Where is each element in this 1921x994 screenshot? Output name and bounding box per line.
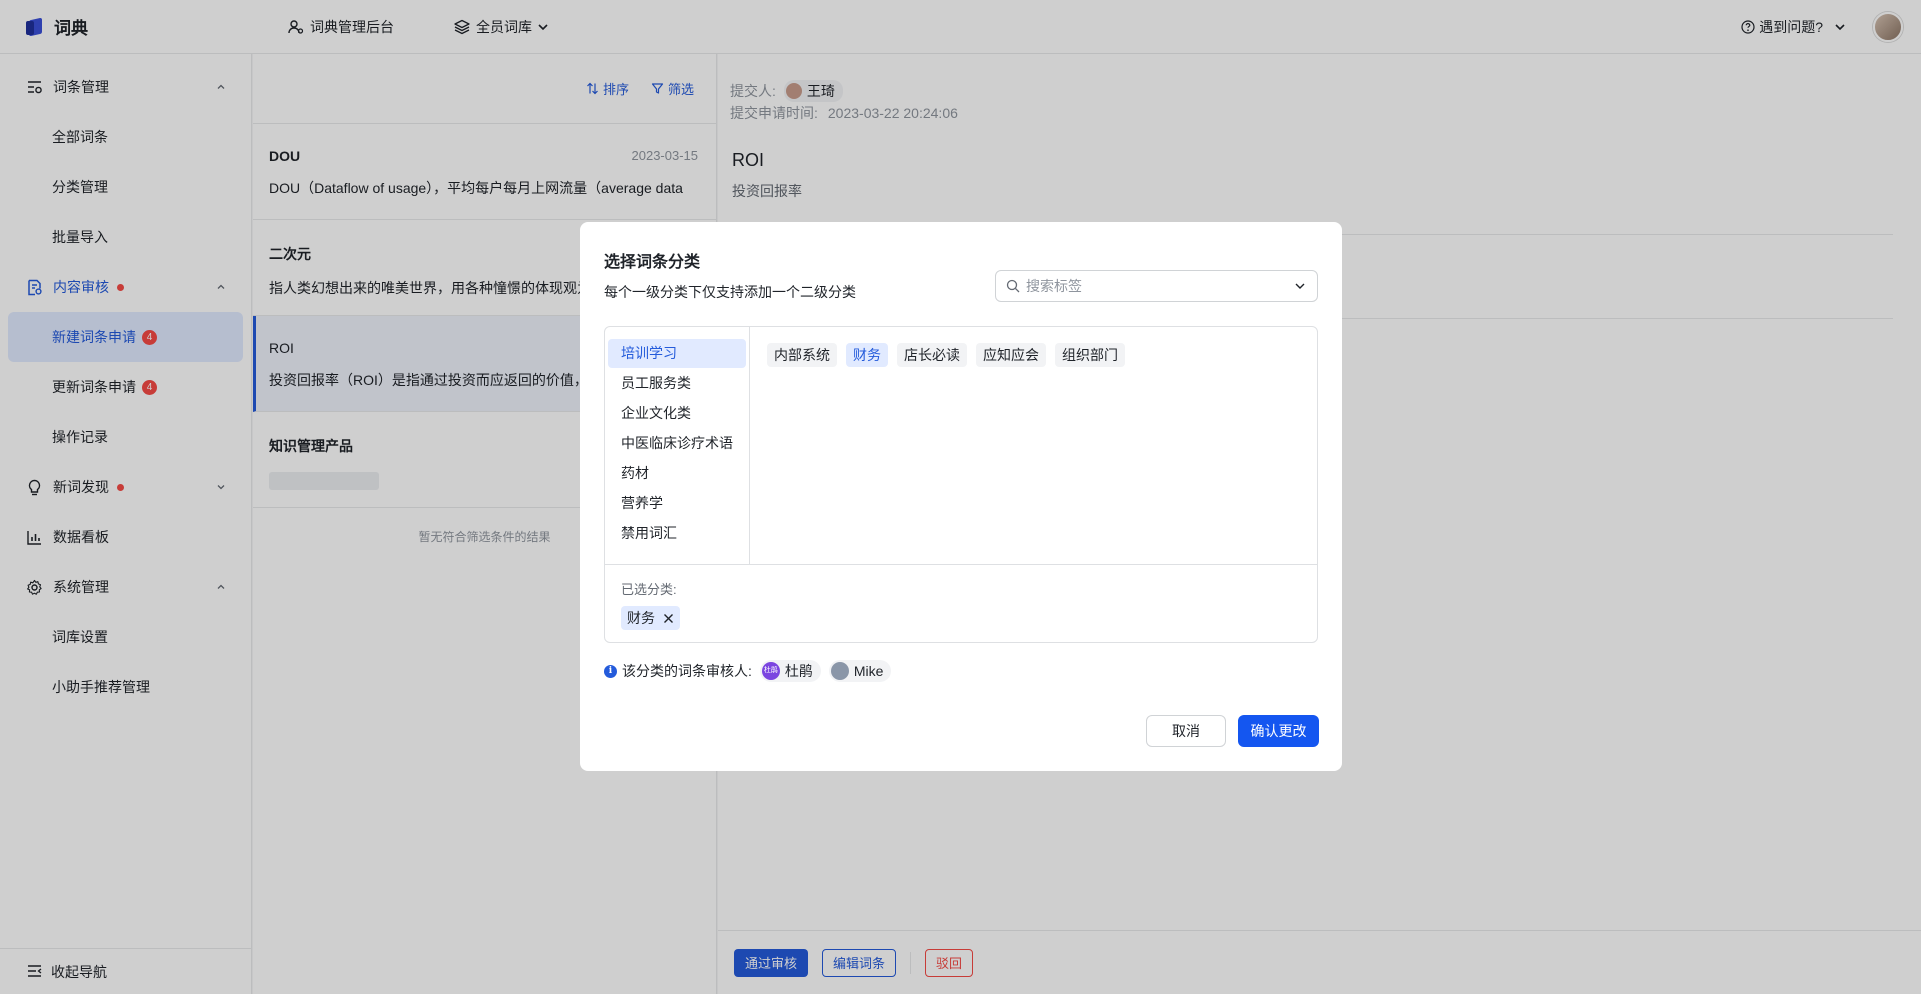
tag-need-to-know[interactable]: 应知应会 xyxy=(976,343,1046,367)
close-icon[interactable] xyxy=(663,613,674,624)
reviewer-chip[interactable]: 杜鹃 杜鹃 xyxy=(759,660,821,682)
tag-finance[interactable]: 财务 xyxy=(846,343,888,367)
category-item-corporate-culture[interactable]: 企业文化类 xyxy=(608,399,746,428)
primary-category-list: 培训学习 员工服务类 企业文化类 中医临床诊疗术语 药材 营养学 禁用词汇 xyxy=(605,327,750,564)
tag-search-input[interactable] xyxy=(1026,278,1293,294)
selected-chip: 财务 xyxy=(621,606,680,630)
category-item-nutrition[interactable]: 营养学 xyxy=(608,489,746,518)
chevron-down-icon xyxy=(1295,283,1305,289)
tag-manager-must-read[interactable]: 店长必读 xyxy=(897,343,967,367)
reviewer-chip[interactable]: Mike xyxy=(828,660,892,682)
tag-search-select[interactable] xyxy=(995,270,1318,302)
confirm-highlight: 确认更改 xyxy=(1230,706,1328,756)
category-select-modal: 选择词条分类 每个一级分类下仅支持添加一个二级分类 培训学习 员工服务类 企业文… xyxy=(580,222,1342,771)
confirm-change-button[interactable]: 确认更改 xyxy=(1238,715,1319,747)
modal-subtitle: 每个一级分类下仅支持添加一个二级分类 xyxy=(604,284,856,300)
info-icon: i xyxy=(604,664,617,678)
category-reviewers: i 该分类的词条审核人: 杜鹃 杜鹃 Mike xyxy=(604,660,892,682)
category-item-employee-services[interactable]: 员工服务类 xyxy=(608,369,746,398)
modal-title: 选择词条分类 xyxy=(604,254,701,271)
selected-chip-label: 财务 xyxy=(627,610,655,626)
reviewer-name: 杜鹃 xyxy=(784,663,813,679)
tag-organization[interactable]: 组织部门 xyxy=(1055,343,1125,367)
avatar: 杜鹃 xyxy=(761,662,780,680)
category-item-tcm-terms[interactable]: 中医临床诊疗术语 xyxy=(608,429,746,458)
search-icon xyxy=(1006,279,1020,293)
cancel-button[interactable]: 取消 xyxy=(1146,715,1226,747)
reviewer-name: Mike xyxy=(853,663,884,679)
reviewers-label: 该分类的词条审核人: xyxy=(622,663,752,679)
tag-internal-systems[interactable]: 内部系统 xyxy=(767,343,837,367)
selected-categories: 已选分类: 财务 xyxy=(605,564,1317,642)
avatar xyxy=(830,662,849,680)
category-item-herbs[interactable]: 药材 xyxy=(608,459,746,488)
category-panel: 培训学习 员工服务类 企业文化类 中医临床诊疗术语 药材 营养学 禁用词汇 内部… xyxy=(604,326,1318,643)
category-item-training[interactable]: 培训学习 xyxy=(608,339,746,368)
selected-label: 已选分类: xyxy=(621,582,677,597)
secondary-tag-list: 内部系统 财务 店长必读 应知应会 组织部门 xyxy=(751,327,1317,564)
category-item-banned-words[interactable]: 禁用词汇 xyxy=(608,519,746,548)
